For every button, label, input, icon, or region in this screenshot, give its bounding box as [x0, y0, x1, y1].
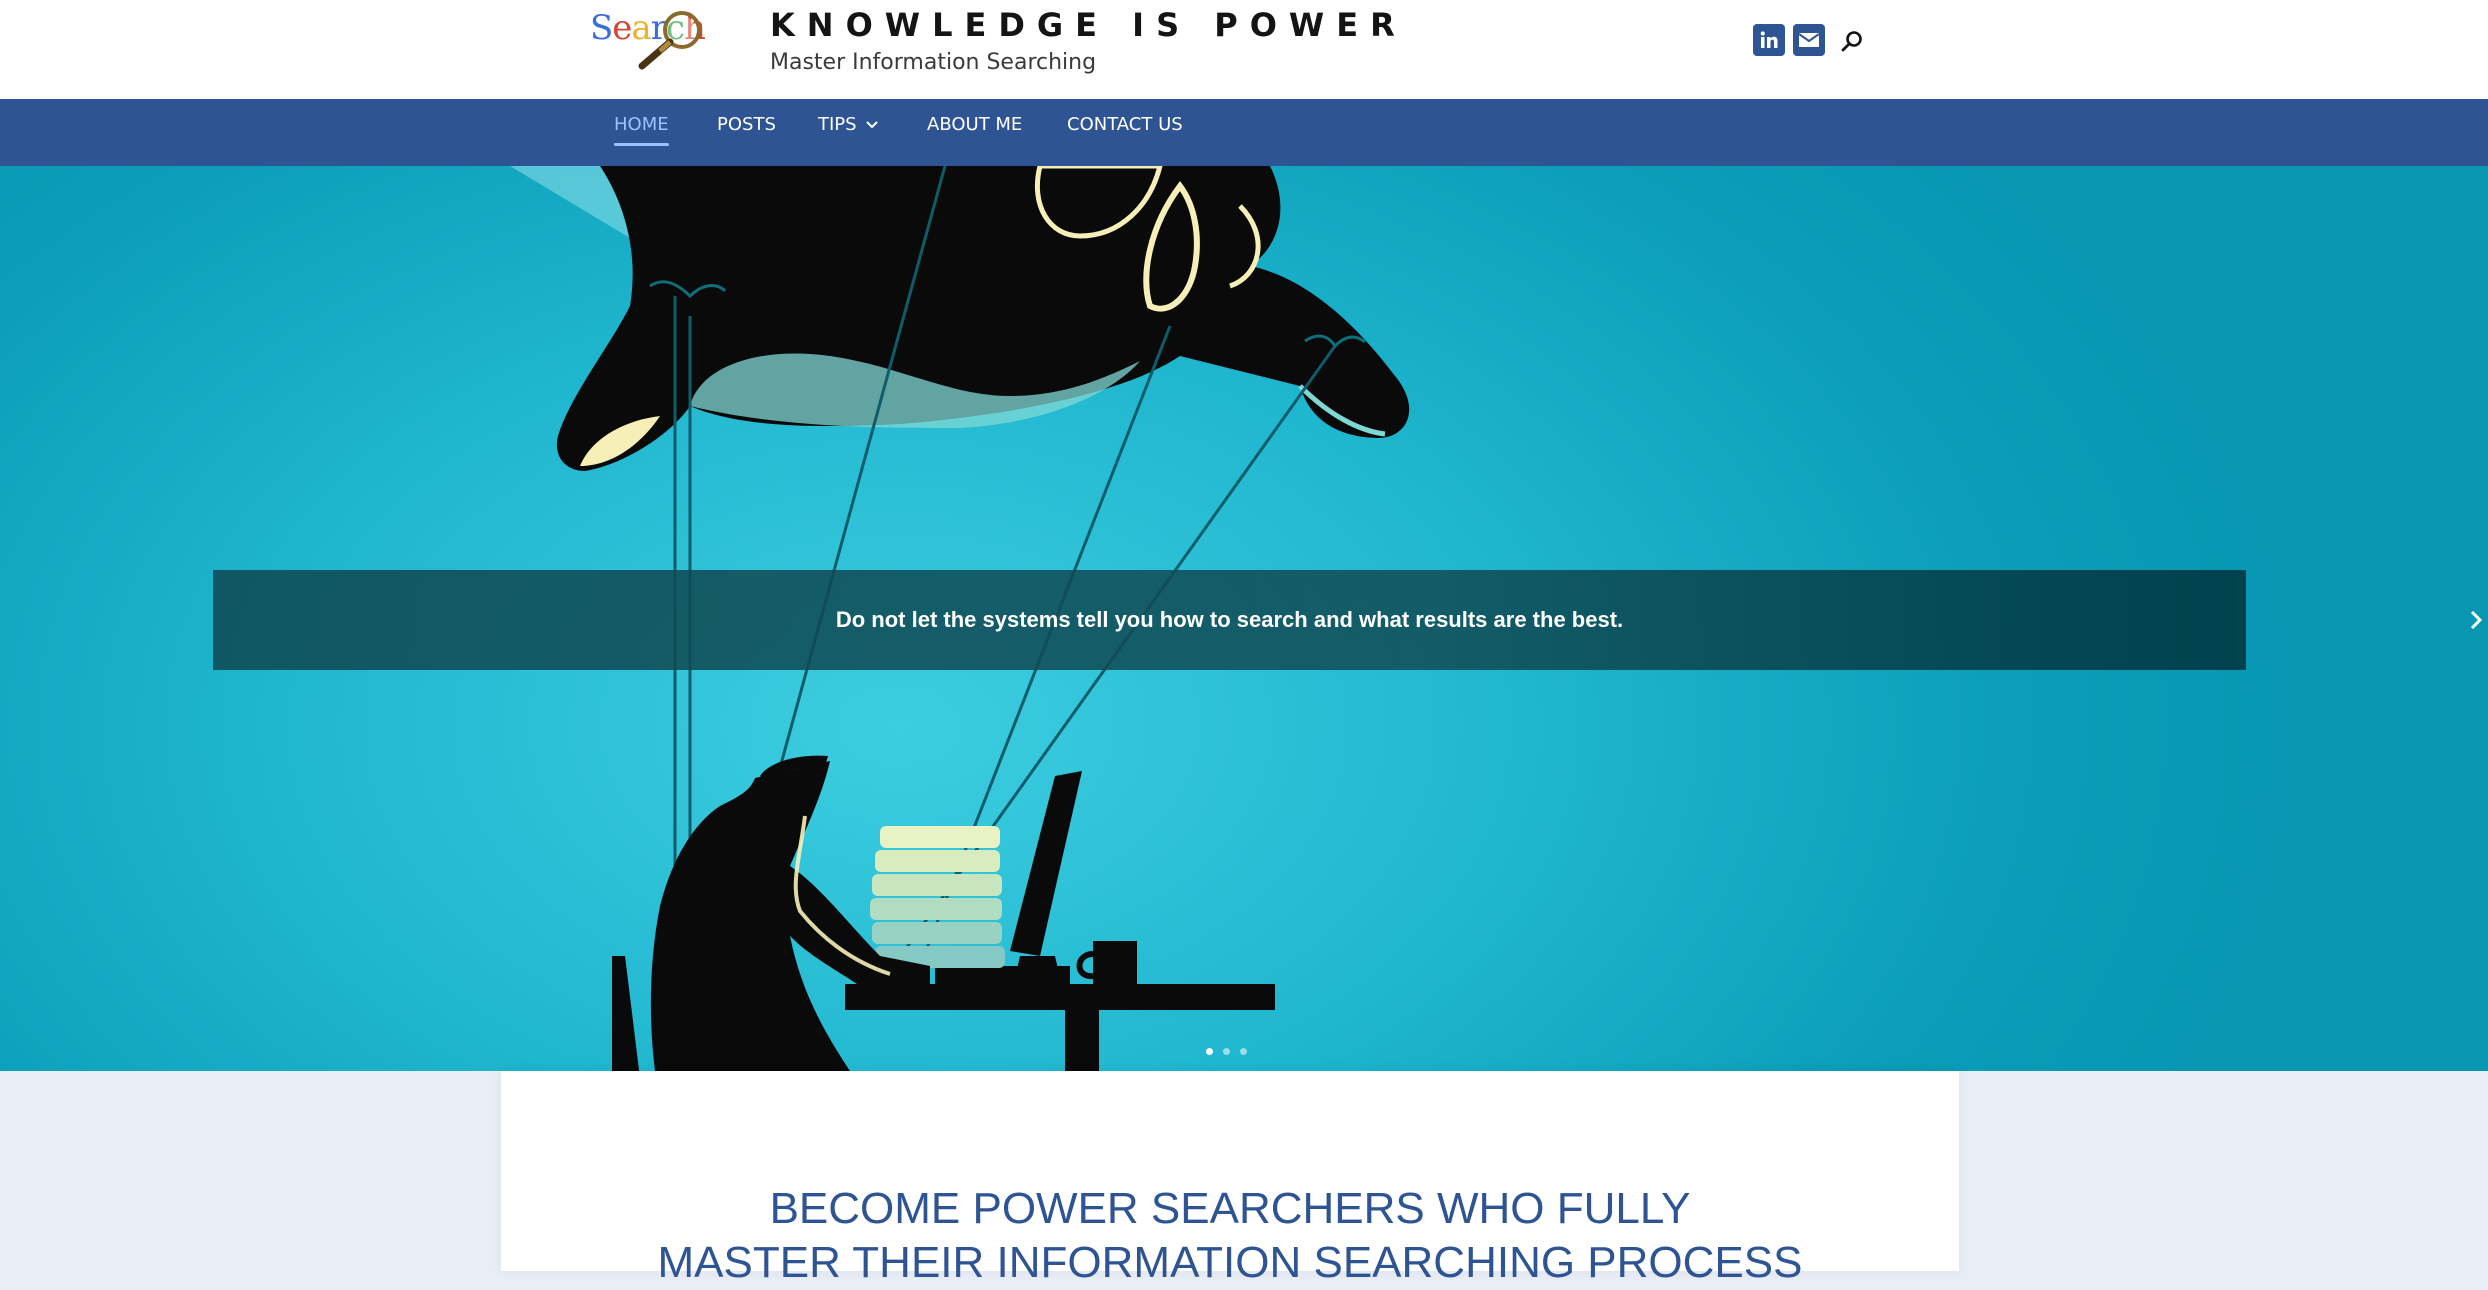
mail-icon	[1798, 33, 1820, 47]
hero-slider: Do not let the systems tell you how to s…	[0, 166, 2488, 1071]
email-button[interactable]	[1793, 24, 1825, 56]
slider-dot[interactable]	[1223, 1048, 1230, 1055]
intro-heading-line2: MASTER THEIR INFORMATION SEARCHING PROCE…	[657, 1238, 1803, 1288]
nav-item-contact[interactable]: CONTACT US	[1067, 99, 1183, 166]
chevron-right-icon[interactable]	[2468, 604, 2486, 636]
slider-pagination	[1206, 1048, 1247, 1058]
site-tagline: Master Information Searching	[770, 50, 1097, 75]
site-title[interactable]: KNOWLEDGE IS POWER	[770, 6, 1407, 44]
nav-item-tips[interactable]: TIPS	[818, 99, 879, 166]
chevron-down-icon	[865, 121, 878, 129]
magnifier-icon	[638, 11, 701, 70]
search-icon[interactable]	[1838, 28, 1866, 56]
slider-dot[interactable]	[1240, 1048, 1247, 1055]
intro-heading: BECOME POWER SEARCHERS WHO FULLY MASTER …	[501, 1182, 1959, 1290]
intro-section: BECOME POWER SEARCHERS WHO FULLY MASTER …	[501, 1071, 1959, 1287]
nav-item-about[interactable]: ABOUT ME	[927, 99, 1022, 166]
main-nav: HOME POSTS TIPS ABOUT ME CONTACT US	[0, 99, 2488, 166]
site-header: Search KNOWLEDGE IS POWER Master Informa…	[0, 0, 2488, 99]
intro-heading-line1: BECOME POWER SEARCHERS WHO FULLY	[769, 1184, 1691, 1234]
linkedin-icon	[1760, 31, 1778, 48]
site-logo[interactable]: Search	[586, 4, 726, 72]
nav-item-tips-label: TIPS	[818, 114, 857, 135]
slider-dot[interactable]	[1206, 1048, 1213, 1055]
nav-item-posts[interactable]: POSTS	[717, 99, 776, 166]
slide-caption: Do not let the systems tell you how to s…	[213, 570, 2246, 670]
slide-caption-text: Do not let the systems tell you how to s…	[835, 607, 1624, 632]
nav-item-home[interactable]: HOME	[614, 99, 669, 166]
linkedin-button[interactable]	[1753, 24, 1785, 56]
